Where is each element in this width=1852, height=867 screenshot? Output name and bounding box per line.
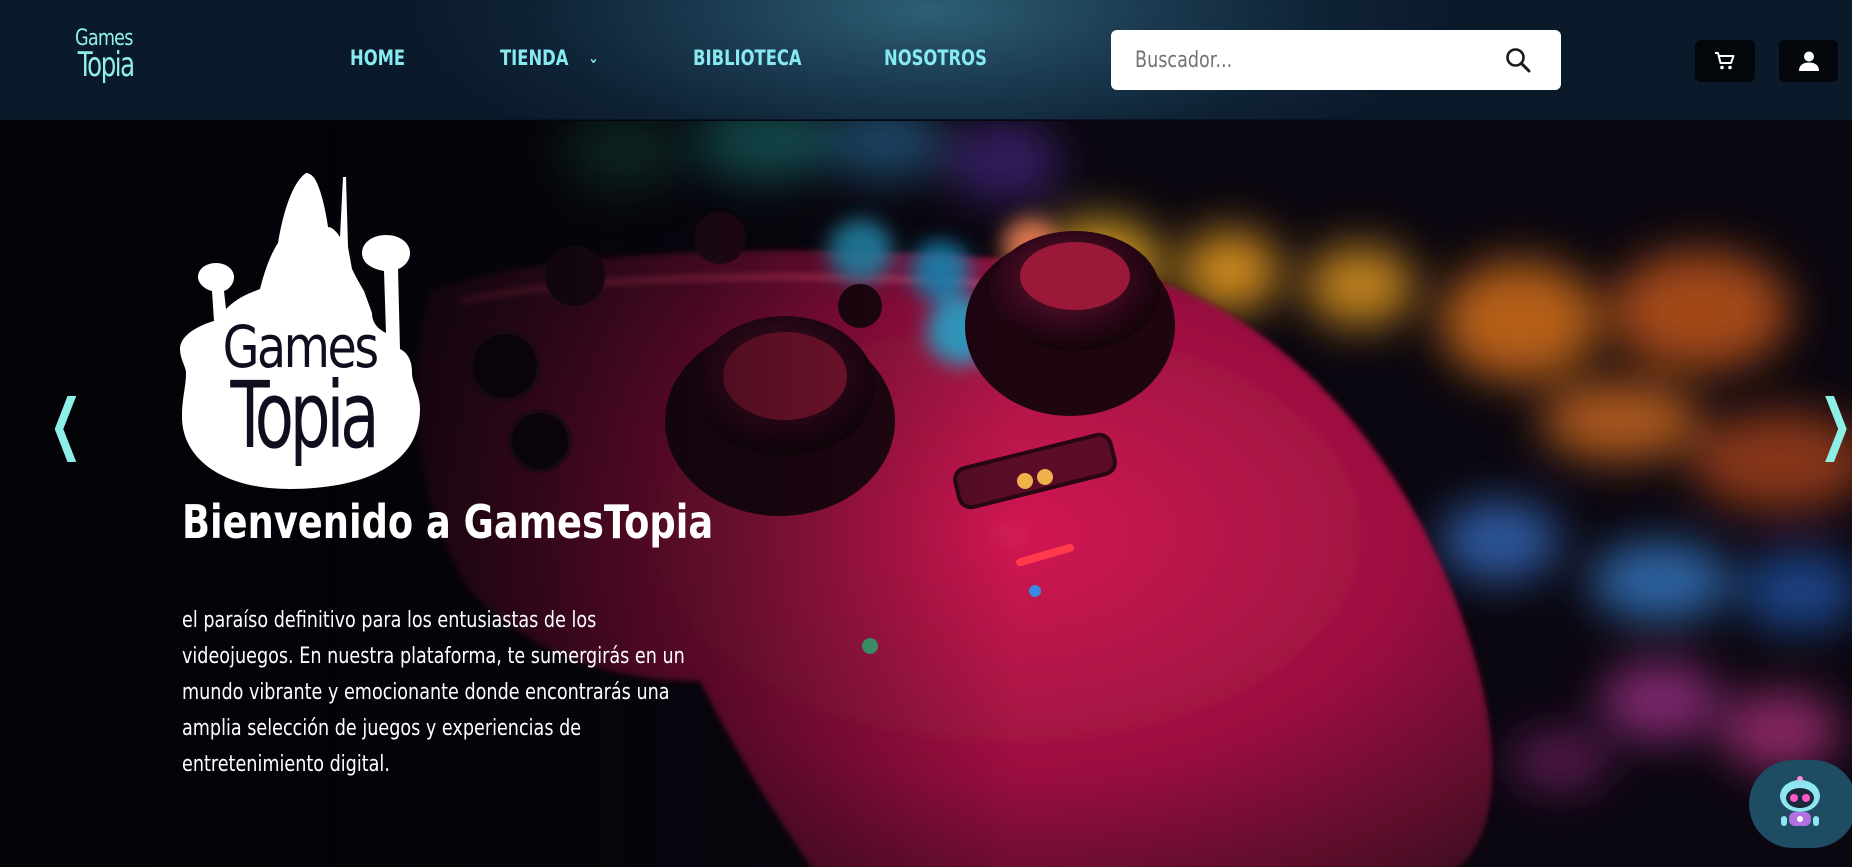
- nav-item-home[interactable]: HOME: [350, 46, 405, 70]
- nav-item-tienda-label: TIENDA: [500, 46, 569, 70]
- hero-title: Bienvenido a GamesTopia: [182, 495, 714, 549]
- account-button[interactable]: [1779, 40, 1838, 82]
- user-icon: [1798, 51, 1819, 71]
- nav-item-biblioteca[interactable]: BIBLIOTECA: [693, 46, 802, 70]
- cart-button[interactable]: [1695, 40, 1755, 82]
- hero-logo: Games Topia: [180, 173, 420, 489]
- nav-item-nosotros[interactable]: NOSOTROS: [884, 46, 987, 70]
- brand-logo[interactable]: Games Topia: [68, 28, 138, 92]
- brand-logo-line2: Topia: [77, 45, 135, 85]
- nav-item-tienda[interactable]: TIENDA ⌄: [500, 46, 599, 70]
- chatbot-button[interactable]: [1749, 760, 1852, 848]
- hero-logo-line2: Topia: [230, 361, 376, 469]
- carousel-prev-button[interactable]: ❮: [49, 391, 82, 457]
- search-input[interactable]: [1135, 40, 1399, 80]
- site-header: Games Topia HOME TIENDA ⌄ BIBLIOTECA NOS…: [0, 0, 1852, 120]
- carousel-next-button[interactable]: ❯: [1819, 391, 1852, 457]
- hero-description: el paraíso definitivo para los entusiast…: [182, 608, 685, 777]
- robot-icon: [1780, 776, 1820, 826]
- cart-icon: [1715, 52, 1735, 70]
- search-box: [1111, 30, 1561, 90]
- hero-carousel: ❮ ❯ Games Topia Bienvenido a GamesTopia …: [0, 121, 1852, 867]
- search-icon: [1506, 48, 1531, 73]
- search-button[interactable]: [1487, 42, 1543, 78]
- chevron-down-icon: ⌄: [588, 48, 599, 67]
